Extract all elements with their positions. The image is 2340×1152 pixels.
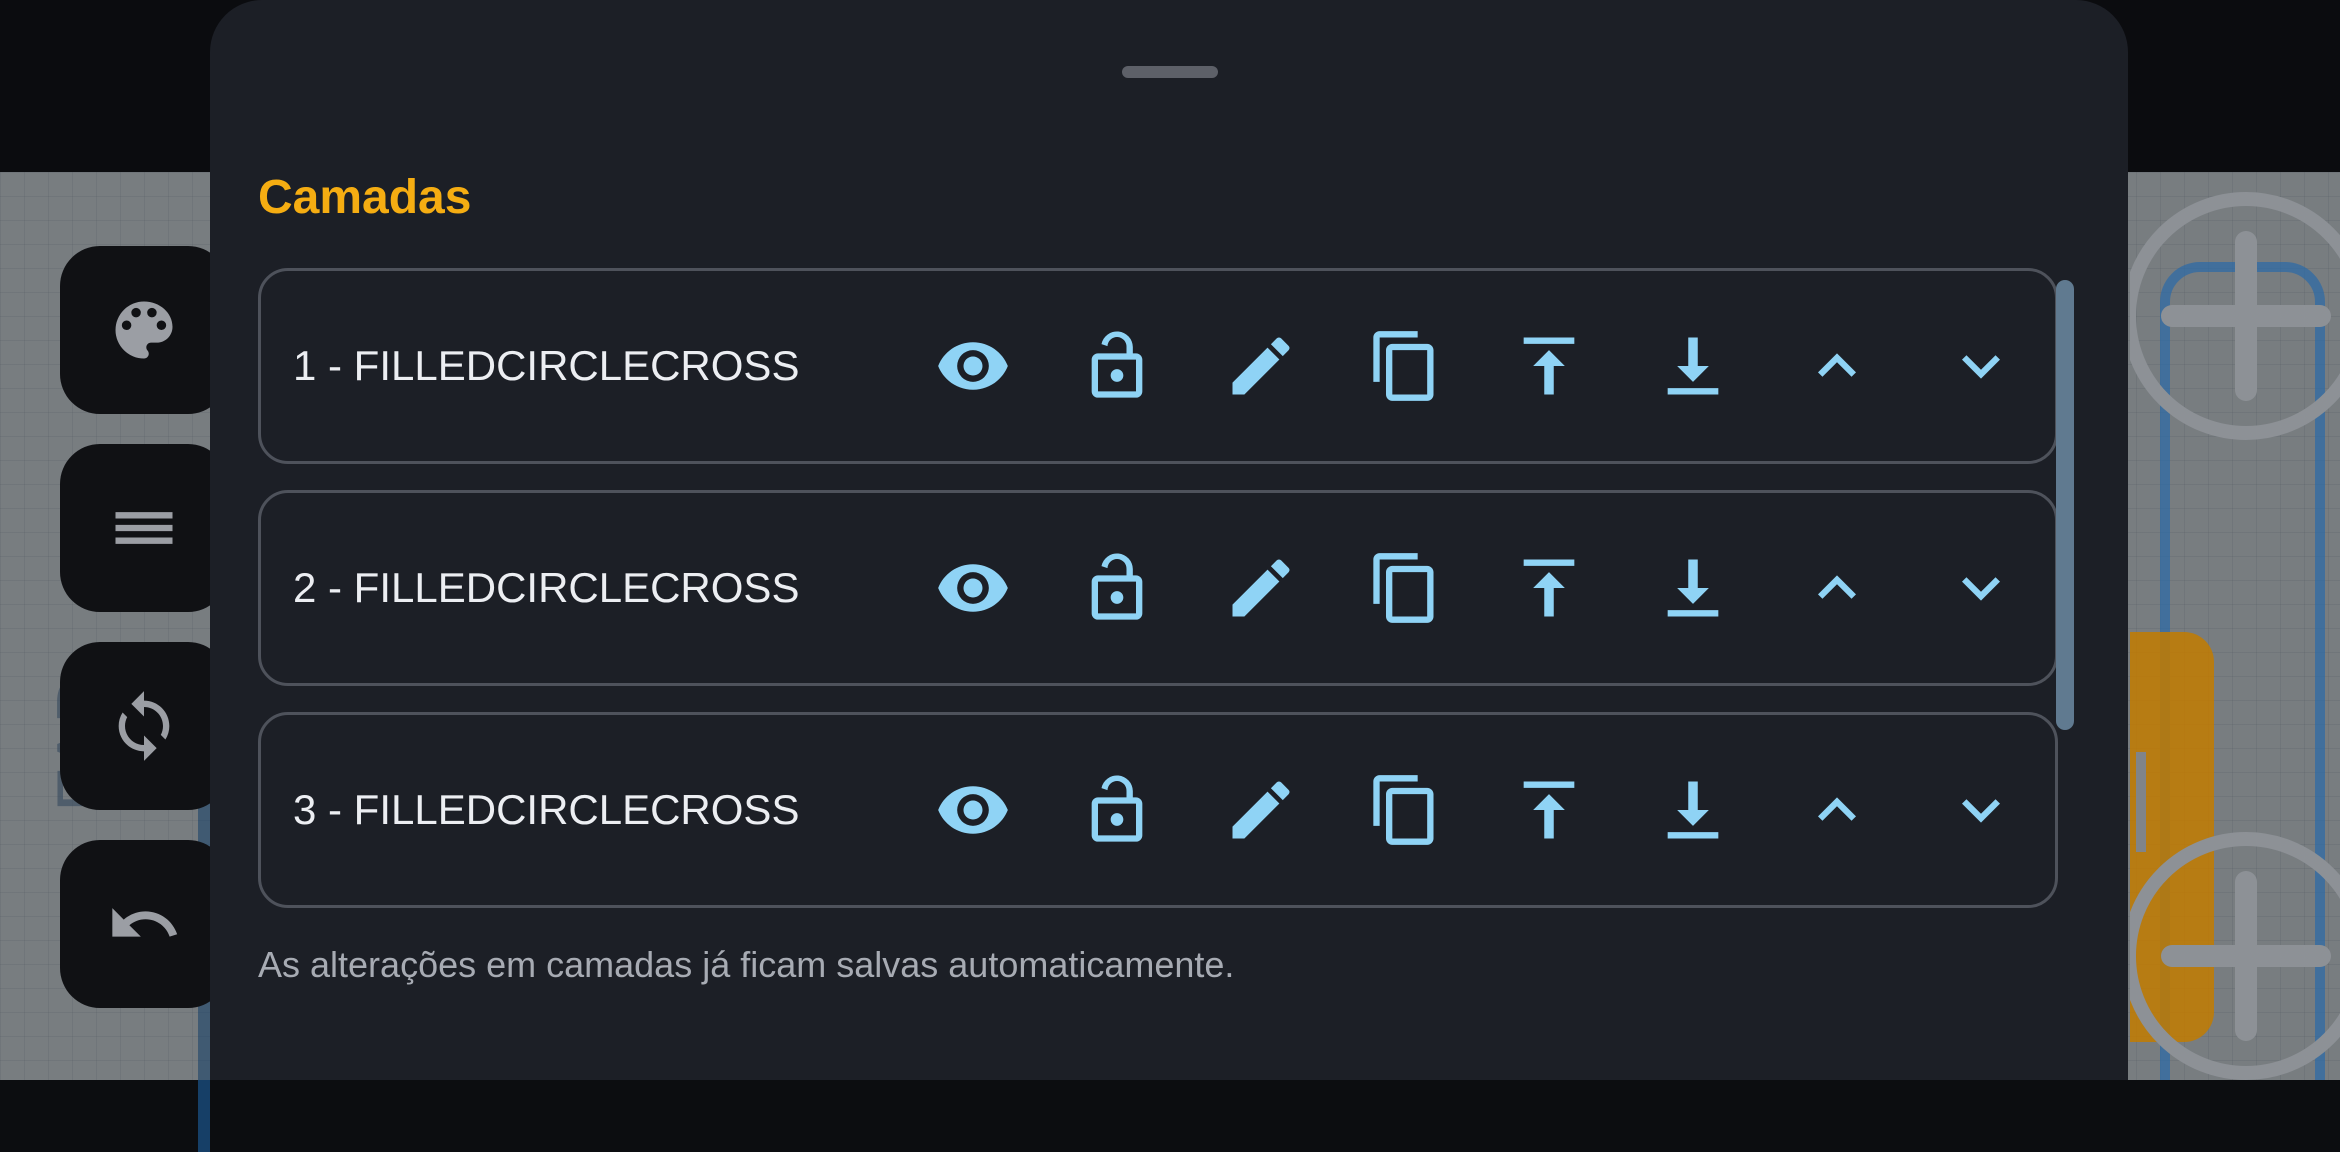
move-to-top-icon [1523, 781, 1575, 839]
move-to-top-button[interactable] [1477, 538, 1621, 638]
toggle-visibility-button[interactable] [901, 538, 1045, 638]
visibility-icon [938, 342, 1008, 390]
menu-icon [115, 512, 173, 544]
toggle-visibility-button[interactable] [901, 760, 1045, 860]
duplicate-layer-button[interactable] [1333, 316, 1477, 416]
lock-open-icon [1091, 553, 1143, 620]
move-to-bottom-button[interactable] [1621, 316, 1765, 416]
move-to-bottom-icon [1667, 559, 1719, 617]
layers-bottom-sheet: Camadas 1 - FILLEDCIRCLECROSS 2 - FILLED… [210, 0, 2128, 1080]
filled-circle-cross-icon [2130, 192, 2340, 440]
layer-actions [901, 493, 2053, 683]
layer-actions [901, 271, 2053, 461]
move-to-bottom-icon [1667, 781, 1719, 839]
toggle-lock-button[interactable] [1045, 538, 1189, 638]
move-down-icon [1962, 577, 2000, 601]
layer-row: 1 - FILLEDCIRCLECROSS [258, 268, 2058, 464]
move-up-button[interactable] [1765, 316, 1909, 416]
edit-icon [1232, 337, 1290, 395]
visibility-icon [938, 564, 1008, 612]
move-up-icon [1818, 797, 1856, 821]
move-down-button[interactable] [1909, 760, 2053, 860]
visibility-icon [938, 786, 1008, 834]
layer-actions [901, 715, 2053, 905]
edit-icon [1232, 559, 1290, 617]
canvas-right-preview [2130, 172, 2340, 1080]
move-up-icon [1818, 353, 1856, 377]
lock-open-icon [1091, 331, 1143, 398]
move-to-top-icon [1523, 559, 1575, 617]
move-down-button[interactable] [1909, 538, 2053, 638]
move-down-icon [1962, 799, 2000, 823]
drag-handle[interactable] [1122, 66, 1218, 78]
sync-icon [118, 691, 170, 761]
undo-icon [112, 908, 178, 937]
layer-name: 2 - FILLEDCIRCLECROSS [293, 564, 800, 611]
menu-button[interactable] [60, 444, 228, 612]
edit-layer-button[interactable] [1189, 538, 1333, 638]
duplicate-layer-button[interactable] [1333, 760, 1477, 860]
duplicate-layer-button[interactable] [1333, 538, 1477, 638]
move-down-icon [1962, 355, 2000, 379]
sheet-title: Camadas [258, 171, 472, 224]
edit-layer-button[interactable] [1189, 316, 1333, 416]
edit-icon [1232, 781, 1290, 839]
move-to-top-button[interactable] [1477, 760, 1621, 860]
filled-circle-cross-icon [2130, 832, 2340, 1080]
toggle-visibility-button[interactable] [901, 316, 1045, 416]
edit-layer-button[interactable] [1189, 760, 1333, 860]
palette-button[interactable] [60, 246, 228, 414]
move-to-top-button[interactable] [1477, 316, 1621, 416]
move-to-bottom-button[interactable] [1621, 538, 1765, 638]
canvas-bracket [2136, 752, 2186, 852]
layer-name: 3 - FILLEDCIRCLECROSS [293, 786, 800, 833]
move-to-top-icon [1523, 337, 1575, 395]
layer-list: 1 - FILLEDCIRCLECROSS 2 - FILLEDCIRCLECR… [258, 268, 2058, 934]
toggle-lock-button[interactable] [1045, 316, 1189, 416]
toggle-lock-button[interactable] [1045, 760, 1189, 860]
move-up-button[interactable] [1765, 538, 1909, 638]
palette-icon [115, 301, 173, 359]
duplicate-icon [1373, 775, 1434, 845]
scrollbar-thumb[interactable] [2056, 280, 2074, 730]
layer-row: 3 - FILLEDCIRCLECROSS [258, 712, 2058, 908]
move-up-button[interactable] [1765, 760, 1909, 860]
undo-button[interactable] [60, 840, 228, 1008]
autosave-note: As alterações em camadas já ficam salvas… [258, 944, 1235, 985]
move-to-bottom-button[interactable] [1621, 760, 1765, 860]
sync-button[interactable] [60, 642, 228, 810]
duplicate-icon [1373, 553, 1434, 623]
lock-open-icon [1091, 775, 1143, 842]
move-down-button[interactable] [1909, 316, 2053, 416]
move-to-bottom-icon [1667, 337, 1719, 395]
layer-name: 1 - FILLEDCIRCLECROSS [293, 342, 800, 389]
layer-row: 2 - FILLEDCIRCLECROSS [258, 490, 2058, 686]
move-up-icon [1818, 575, 1856, 599]
duplicate-icon [1373, 331, 1434, 401]
